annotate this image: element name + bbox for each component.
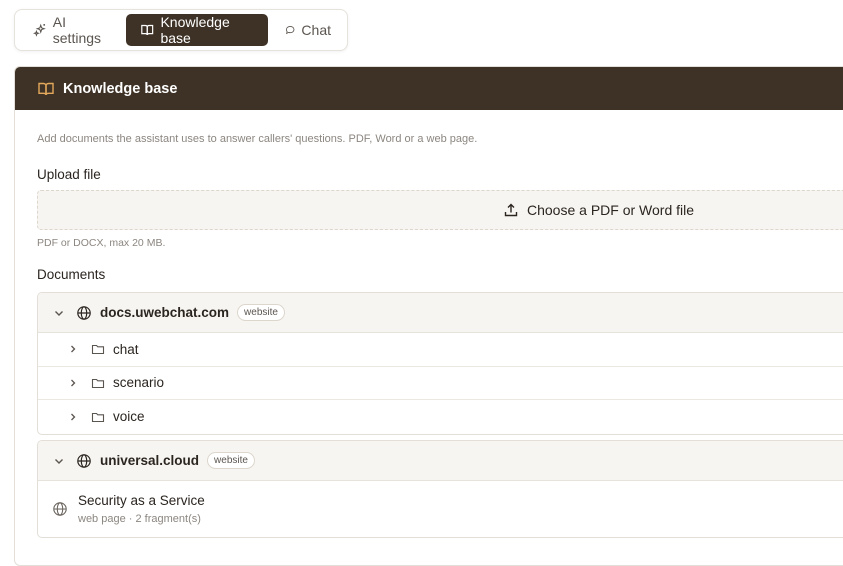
web-page-text: Security as a Service web page · 2 fragm… xyxy=(78,493,205,525)
document-group: universal.cloud website Security as a Se… xyxy=(37,440,843,538)
sparkles-icon xyxy=(33,23,46,37)
upload-hint: PDF or DOCX, max 20 MB. xyxy=(37,237,166,249)
web-page-meta: web page · 2 fragment(s) xyxy=(78,513,201,525)
book-icon xyxy=(141,24,154,36)
documents-label: Documents xyxy=(37,267,106,282)
web-page-title: Security as a Service xyxy=(78,493,205,508)
chevron-right-icon[interactable] xyxy=(67,377,79,389)
book-icon xyxy=(38,82,54,95)
chat-bubble-icon xyxy=(285,25,295,35)
chevron-down-icon[interactable] xyxy=(52,306,66,320)
chevron-right-icon[interactable] xyxy=(67,411,79,423)
document-group: docs.uwebchat.com website chat scenario … xyxy=(37,292,843,435)
folder-row[interactable]: scenario xyxy=(38,367,843,400)
document-group-header[interactable]: docs.uwebchat.com website xyxy=(38,293,843,333)
upload-icon xyxy=(504,203,518,217)
folder-row[interactable]: voice xyxy=(38,400,843,434)
section-tabs: AI settings Knowledge base Chat xyxy=(14,9,348,51)
tab-label: Chat xyxy=(301,22,331,38)
globe-icon xyxy=(77,305,91,320)
source-type-badge: website xyxy=(237,304,285,321)
tab-chat[interactable]: Chat xyxy=(271,14,345,46)
document-group-name: universal.cloud xyxy=(100,453,200,468)
globe-icon xyxy=(53,502,67,516)
card-header: Knowledge base xyxy=(15,67,843,110)
upload-dropzone[interactable]: Choose a PDF or Word file xyxy=(37,190,843,230)
globe-icon xyxy=(77,453,91,468)
chevron-down-icon[interactable] xyxy=(52,454,66,468)
tab-label: Knowledge base xyxy=(160,14,230,46)
document-group-header[interactable]: universal.cloud website xyxy=(38,441,843,481)
folder-icon xyxy=(91,345,105,355)
tab-ai-settings[interactable]: AI settings xyxy=(19,14,123,46)
source-type-badge: website xyxy=(207,452,255,469)
knowledge-base-card: Knowledge base Add documents the assista… xyxy=(14,66,843,566)
folder-name: chat xyxy=(113,341,139,357)
tab-knowledge-base[interactable]: Knowledge base xyxy=(126,14,268,46)
web-page-row[interactable]: Security as a Service web page · 2 fragm… xyxy=(38,481,843,537)
folder-icon xyxy=(91,412,105,422)
card-description: Add documents the assistant uses to answ… xyxy=(37,133,478,145)
folder-name: scenario xyxy=(113,375,165,391)
card-title: Knowledge base xyxy=(63,80,178,97)
upload-button-label: Choose a PDF or Word file xyxy=(527,202,695,218)
document-group-name: docs.uwebchat.com xyxy=(100,305,230,320)
folder-row[interactable]: chat xyxy=(38,333,843,367)
folder-icon xyxy=(91,378,105,388)
chevron-right-icon[interactable] xyxy=(67,343,79,355)
upload-label: Upload file xyxy=(37,167,101,182)
folder-name: voice xyxy=(113,409,145,425)
tab-label: AI settings xyxy=(52,14,102,46)
